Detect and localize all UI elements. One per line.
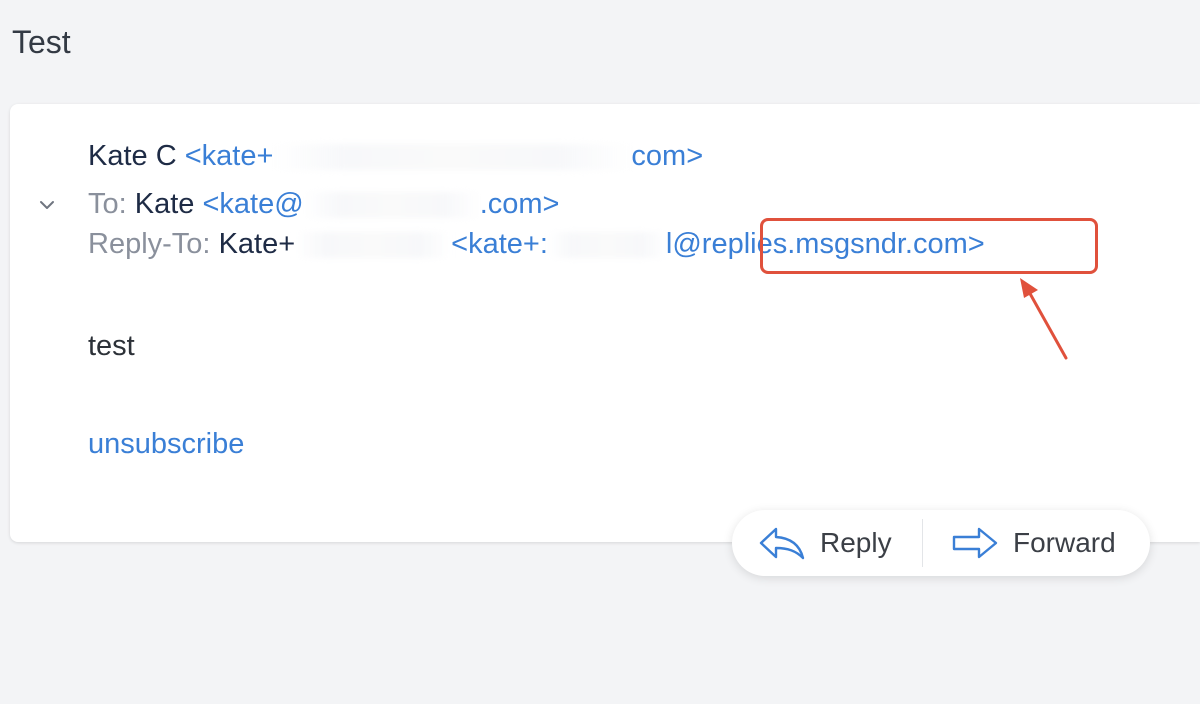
reply-to-email-start: <kate+: [451, 228, 548, 260]
reply-arrow-icon [759, 527, 805, 560]
to-label: To: [88, 188, 127, 220]
sender-name: Kate C [88, 140, 177, 172]
mail-view: Test Kate C <kate+ com> To: Kate <kate@ .c… [0, 0, 1200, 704]
message-card: Kate C <kate+ com> To: Kate <kate@ .com> R… [10, 104, 1200, 542]
redacted-area [273, 144, 632, 171]
to-line: To: Kate <kate@ .com> [88, 188, 559, 221]
forward-button[interactable]: Forward [923, 510, 1149, 576]
to-email-end: .com> [479, 188, 560, 220]
sender-line[interactable]: Kate C <kate+ com> [88, 140, 703, 173]
sender-email-start: <kate+ [184, 140, 274, 172]
unsubscribe-link[interactable]: unsubscribe [88, 428, 244, 461]
forward-arrow-icon [952, 527, 998, 559]
chevron-down-icon[interactable] [38, 196, 56, 214]
annotation-highlight-box [760, 218, 1098, 274]
redacted-area [303, 192, 480, 219]
message-body: test [88, 330, 135, 362]
reply-label: Reply [820, 527, 892, 558]
to-email-start: <kate@ [202, 188, 304, 220]
to-name: Kate [134, 188, 195, 220]
message-actions: Reply Forward [732, 510, 1150, 576]
reply-to-email-mid: l@ [665, 228, 702, 260]
sender-email-end: com> [631, 140, 704, 172]
email-subject: Test [12, 24, 71, 60]
reply-button[interactable]: Reply [732, 510, 922, 576]
reply-to-label: Reply-To: [88, 228, 211, 260]
annotation-arrow-icon [1020, 278, 1068, 360]
reply-to-name: Kate+ [218, 228, 296, 260]
forward-label: Forward [1013, 527, 1116, 558]
redacted-area [547, 232, 666, 259]
redacted-area [295, 232, 452, 259]
